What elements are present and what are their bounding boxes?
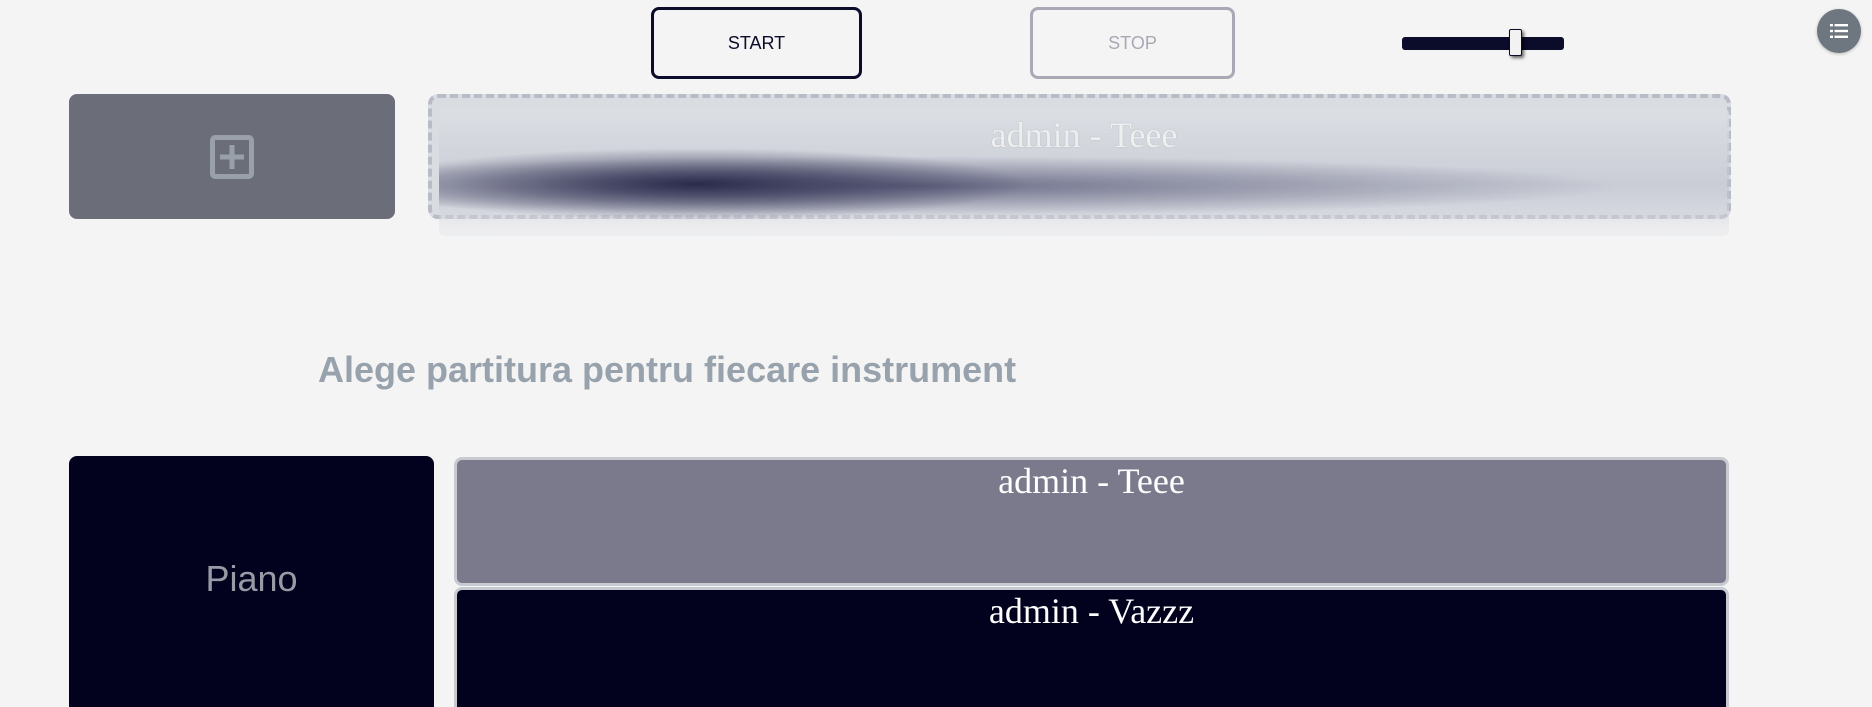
dragged-score-item[interactable]: admin - Teee: [439, 108, 1729, 236]
stop-button[interactable]: STOP: [1030, 7, 1235, 79]
plus-square-icon: [210, 134, 254, 179]
score-option-label: admin - Vazzz: [988, 591, 1195, 631]
list-icon: [1830, 24, 1848, 38]
section-title: Alege partitura pentru fiecare instrumen…: [318, 349, 1017, 390]
tempo-slider[interactable]: [1402, 29, 1564, 56]
score-option[interactable]: admin - Vazzz: [454, 587, 1729, 707]
instrument-card: Piano: [69, 456, 434, 707]
dragged-score-label: admin - Teee: [990, 115, 1178, 155]
add-score-panel[interactable]: [69, 94, 395, 219]
app-root: START STOP admin - Teee Alege partitura …: [0, 0, 1872, 707]
score-option[interactable]: admin - Teee: [454, 457, 1729, 586]
slider-thumb[interactable]: [1509, 29, 1522, 56]
start-button[interactable]: START: [651, 7, 862, 79]
instrument-name: Piano: [205, 558, 298, 599]
score-option-label: admin - Teee: [998, 461, 1185, 501]
menu-button[interactable]: [1817, 9, 1861, 53]
